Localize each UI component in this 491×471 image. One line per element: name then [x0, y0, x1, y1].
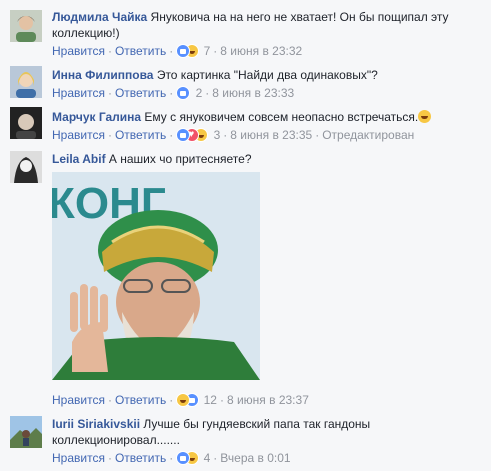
- reply-link[interactable]: Ответить: [115, 44, 166, 58]
- like-link[interactable]: Нравится: [52, 86, 105, 100]
- separator: ·: [107, 44, 112, 58]
- separator: ·: [213, 451, 218, 465]
- separator: ·: [169, 393, 174, 407]
- comment-author[interactable]: Инна Филиппова: [52, 68, 153, 82]
- separator: ·: [107, 393, 112, 407]
- avatar[interactable]: [10, 10, 42, 42]
- separator: ·: [213, 44, 218, 58]
- separator: ·: [107, 128, 112, 142]
- separator: ·: [169, 451, 174, 465]
- like-reaction-icon: [176, 86, 191, 100]
- reaction-count[interactable]: 12: [204, 393, 217, 407]
- laugh-emoji-icon: [418, 110, 432, 123]
- timestamp[interactable]: 8 июня в 23:33: [212, 86, 294, 100]
- separator: ·: [219, 393, 224, 407]
- reactions-summary[interactable]: [176, 451, 200, 465]
- separator: ·: [205, 86, 210, 100]
- reply-link[interactable]: Ответить: [115, 86, 166, 100]
- edited-label[interactable]: Отредактирован: [322, 128, 414, 142]
- avatar[interactable]: [10, 107, 42, 139]
- like-link[interactable]: Нравится: [52, 128, 105, 142]
- comment-author[interactable]: Людмила Чайка: [52, 10, 147, 24]
- timestamp[interactable]: 8 июня в 23:35: [230, 128, 312, 142]
- timestamp[interactable]: 8 июня в 23:37: [227, 393, 309, 407]
- separator: ·: [169, 86, 174, 100]
- reply-link[interactable]: Ответить: [115, 451, 166, 465]
- like-link[interactable]: Нравится: [52, 451, 105, 465]
- separator: ·: [169, 44, 174, 58]
- avatar[interactable]: [10, 416, 42, 448]
- reactions-summary[interactable]: [176, 44, 200, 58]
- avatar[interactable]: [10, 66, 42, 98]
- avatar[interactable]: [10, 151, 42, 183]
- separator: ·: [223, 128, 228, 142]
- comment-author[interactable]: Leila Abif: [52, 152, 106, 166]
- reply-link[interactable]: Ответить: [115, 128, 166, 142]
- timestamp[interactable]: Вчера в 0:01: [220, 451, 290, 465]
- comment-author[interactable]: Марчук Галина: [52, 110, 141, 124]
- comment-text: Это картинка "Найди два одинаковых"?: [156, 68, 378, 82]
- like-link[interactable]: Нравится: [52, 44, 105, 58]
- reactions-summary[interactable]: [176, 393, 200, 407]
- reactions-summary[interactable]: [176, 86, 192, 100]
- timestamp[interactable]: 8 июня в 23:32: [220, 44, 302, 58]
- separator: ·: [169, 128, 174, 142]
- comment-photo[interactable]: КОНГ: [52, 172, 260, 380]
- comment-text: А наших чо притесняете?: [108, 152, 252, 166]
- comment-author[interactable]: Iurii Siriakivskii: [52, 417, 140, 431]
- reply-link[interactable]: Ответить: [115, 393, 166, 407]
- separator: ·: [107, 451, 112, 465]
- like-link[interactable]: Нравится: [52, 393, 105, 407]
- comment-text: Ему с януковичем совсем неопасно встреча…: [144, 110, 419, 124]
- separator: ·: [315, 128, 320, 142]
- reactions-summary[interactable]: [176, 127, 210, 143]
- separator: ·: [107, 86, 112, 100]
